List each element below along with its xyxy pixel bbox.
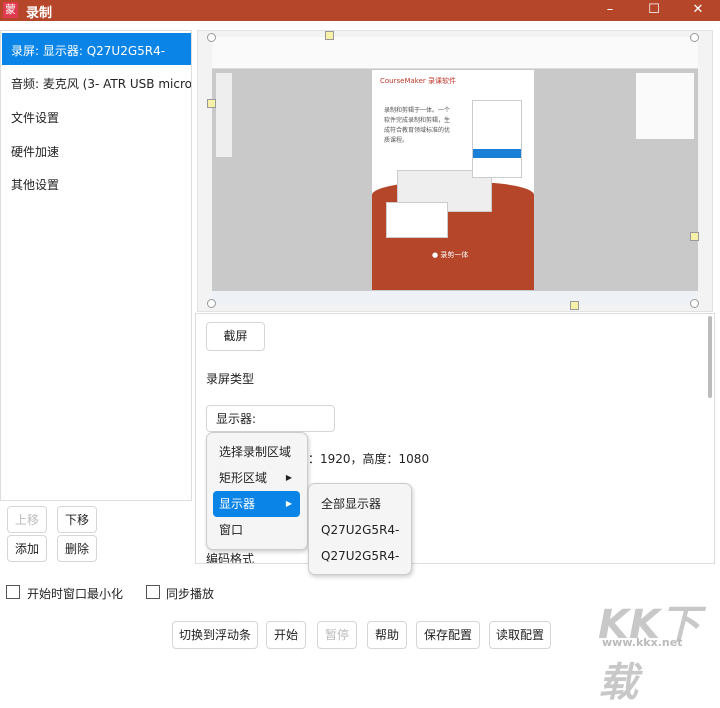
menu-item-select-region[interactable]: 选择录制区域: [213, 439, 300, 465]
start-button[interactable]: 开始: [266, 621, 306, 649]
preview-side-panel: [636, 73, 694, 139]
encoding-label: 编码格式: [206, 552, 255, 564]
preview-tagline: ● 录剪一体: [432, 251, 469, 259]
menu-item-display[interactable]: 显示器 ▶: [213, 491, 300, 517]
submenu-item-display-1[interactable]: Q27U2G5R4-: [315, 517, 407, 543]
menu-item-label: 选择录制区域: [219, 445, 292, 459]
help-button[interactable]: 帮助: [367, 621, 407, 649]
minimize-on-start-label: 开始时窗口最小化: [27, 587, 124, 601]
resize-handle[interactable]: [690, 299, 699, 308]
resize-handle[interactable]: [207, 99, 216, 108]
load-config-button[interactable]: 读取配置: [489, 621, 551, 649]
record-type-label: 录屏类型: [206, 372, 255, 386]
preview-screenshot: CourseMaker 录课软件 录制和剪辑于一体。一个软件完成录制和剪辑，生成…: [212, 37, 698, 305]
submenu-item-all-displays[interactable]: 全部显示器: [315, 491, 407, 517]
screenshot-button[interactable]: 截屏: [206, 322, 265, 351]
watermark-logo: KK下载: [598, 602, 700, 706]
minimize-button[interactable]: –: [590, 0, 630, 21]
delete-button[interactable]: 删除: [57, 535, 97, 562]
preview-page: CourseMaker 录课软件 录制和剪辑于一体。一个软件完成录制和剪辑，生成…: [372, 70, 534, 290]
title-bar: 蒙 录制 – ☐ ✕: [0, 0, 720, 21]
resize-handle[interactable]: [207, 299, 216, 308]
resize-handle[interactable]: [690, 33, 699, 42]
app-icon: 蒙: [3, 2, 18, 18]
maximize-button[interactable]: ☐: [634, 0, 674, 21]
submenu-arrow-icon: ▶: [285, 499, 292, 508]
menu-item-rect-region[interactable]: 矩形区域 ▶: [213, 465, 300, 491]
preview-tools: [216, 73, 232, 157]
watermark-url: www.kkx.net: [602, 636, 683, 649]
pause-button[interactable]: 暂停: [317, 621, 357, 649]
close-button[interactable]: ✕: [678, 0, 718, 21]
menu-item-label: 显示器: [219, 497, 256, 511]
preview-taskbar: [212, 291, 698, 305]
preview-body: 录制和剪辑于一体。一个软件完成录制和剪辑，生成符合教育领域标准的优质课程。: [384, 107, 451, 144]
submenu-item-display-2[interactable]: Q27U2G5R4-: [315, 543, 407, 569]
list-item-hardware-accel[interactable]: 硬件加速: [11, 143, 191, 160]
resize-handle[interactable]: [325, 31, 334, 40]
list-item-audio[interactable]: 音频: 麦克风 (3- ATR USB microphone): [11, 75, 191, 92]
resize-handle[interactable]: [570, 301, 579, 310]
save-config-button[interactable]: 保存配置: [416, 621, 480, 649]
resize-handle[interactable]: [207, 33, 216, 42]
menu-item-label: 窗口: [219, 523, 244, 537]
menu-item-window[interactable]: 窗口: [213, 517, 300, 543]
display-submenu: 全部显示器 Q27U2G5R4- Q27U2G5R4-: [308, 483, 412, 575]
move-down-button[interactable]: 下移: [57, 506, 97, 533]
add-button[interactable]: 添加: [7, 535, 47, 562]
list-item-screen[interactable]: 录屏: 显示器: Q27U2G5R4-: [2, 33, 191, 65]
menu-item-label: 矩形区域: [219, 471, 268, 485]
source-list: 录屏: 显示器: Q27U2G5R4- 音频: 麦克风 (3- ATR USB …: [0, 30, 192, 501]
preview-dialog: [386, 202, 448, 238]
submenu-arrow-icon: ▶: [285, 473, 292, 482]
record-type-menu: 选择录制区域 矩形区域 ▶ 显示器 ▶ 窗口: [206, 432, 308, 550]
window-title: 录制: [26, 6, 53, 21]
sync-play-checkbox[interactable]: [146, 585, 160, 599]
preview-menu: [472, 100, 522, 178]
screen-preview[interactable]: CourseMaker 录课软件 录制和剪辑于一体。一个软件完成录制和剪辑，生成…: [197, 30, 713, 312]
sync-play-label: 同步播放: [166, 587, 215, 601]
move-up-button[interactable]: 上移: [7, 506, 47, 533]
minimize-on-start-checkbox[interactable]: [6, 585, 20, 599]
resize-handle[interactable]: [690, 232, 699, 241]
list-item-other-settings[interactable]: 其他设置: [11, 176, 191, 193]
preview-brand: CourseMaker 录课软件: [380, 77, 456, 85]
scrollbar[interactable]: [708, 316, 712, 398]
list-item-file-settings[interactable]: 文件设置: [11, 109, 191, 126]
preview-toolbar: [212, 37, 698, 69]
float-bar-button[interactable]: 切换到浮动条: [172, 621, 258, 649]
record-type-dropdown[interactable]: 显示器: Q27U2G5R4-: [206, 405, 335, 452]
